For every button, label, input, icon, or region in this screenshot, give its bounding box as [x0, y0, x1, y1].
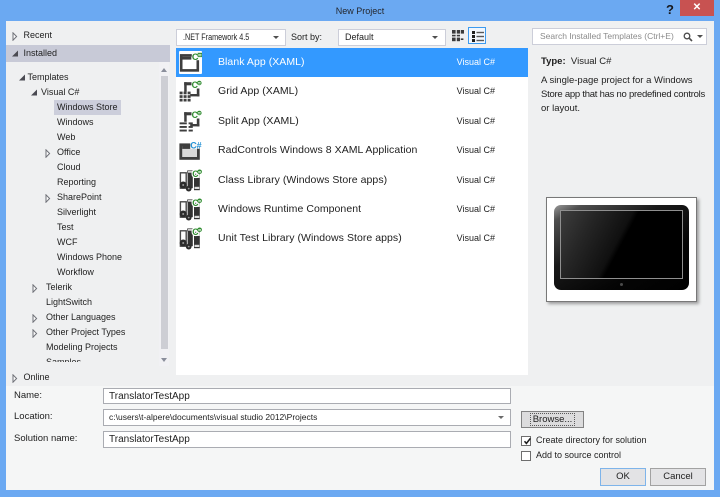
svg-text:C: C: [192, 80, 199, 90]
svg-text:C: C: [192, 110, 199, 120]
svg-text:C#: C#: [190, 141, 202, 151]
